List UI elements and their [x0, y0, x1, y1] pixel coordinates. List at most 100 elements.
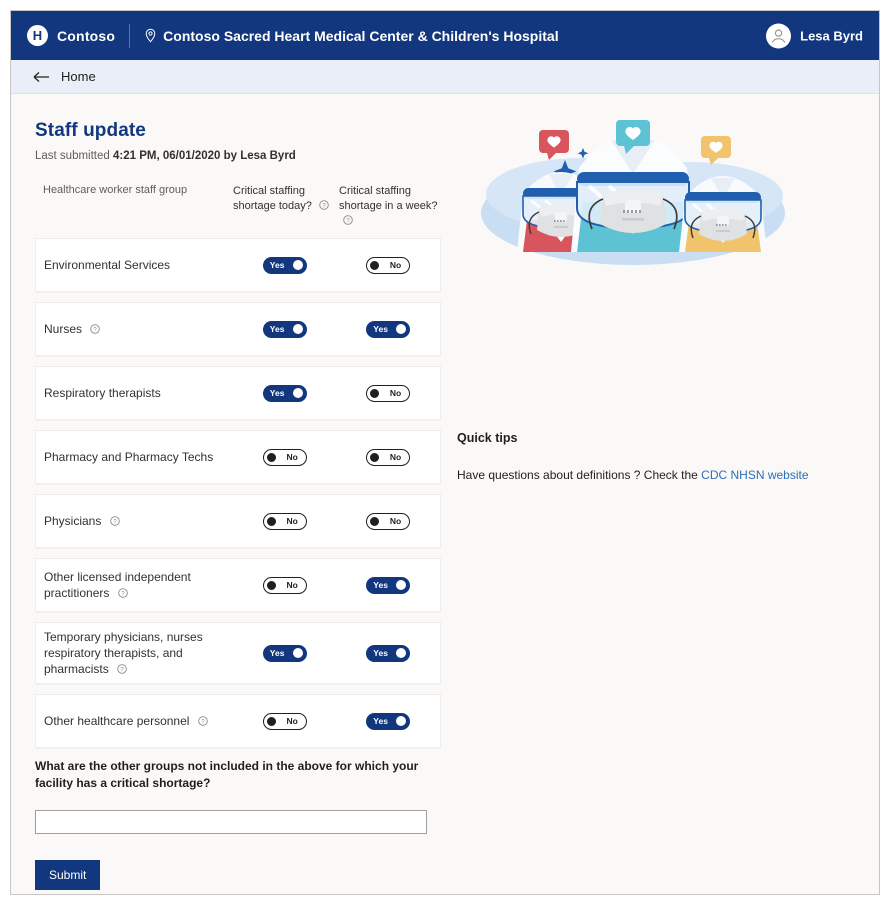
staff-group-label: Nurses ? [36, 315, 233, 343]
toggle-shortage-week[interactable]: Yes [366, 644, 411, 662]
toggle-knob [370, 260, 380, 270]
app-window: H Contoso Contoso Sacred Heart Medical C… [10, 10, 880, 895]
toggle-shortage-today[interactable]: Yes [262, 320, 307, 338]
cell-shortage-week: No [337, 512, 440, 530]
toggle-knob [266, 516, 276, 526]
help-circle-icon[interactable]: ? [117, 664, 127, 674]
cell-shortage-week: Yes [337, 320, 440, 338]
staff-group-label: Physicians ? [36, 507, 233, 535]
toggle-knob [396, 324, 407, 334]
table-row: Other licensed independent practitioners… [35, 558, 441, 612]
cell-shortage-week: No [337, 384, 440, 402]
toggle-shortage-week[interactable]: No [366, 512, 411, 530]
brand-name: Contoso [57, 27, 116, 44]
toggle-knob [396, 580, 407, 590]
toggle-label: Yes [269, 324, 285, 334]
brand-area[interactable]: H Contoso [27, 25, 115, 46]
column-header-shortage-today-label: Critical staffing shortage today? [233, 185, 312, 212]
help-circle-icon[interactable]: ? [109, 516, 120, 526]
table-row: Physicians ? No No [35, 494, 441, 548]
arrow-left-icon [33, 71, 51, 83]
submit-button[interactable]: Submit [35, 860, 101, 890]
toggle-shortage-today[interactable]: No [262, 712, 307, 730]
toggle-shortage-week[interactable]: Yes [366, 576, 411, 594]
toggle-label: No [286, 452, 298, 462]
toggle-shortage-week[interactable]: No [366, 384, 411, 402]
contoso-logo-icon: H [27, 25, 48, 46]
toggle-shortage-today[interactable]: Yes [262, 384, 307, 402]
cell-shortage-week: Yes [337, 644, 440, 662]
toggle-knob [396, 716, 407, 726]
toggle-shortage-today[interactable]: No [262, 512, 307, 530]
toggle-label: Yes [269, 388, 285, 398]
toggle-shortage-today[interactable]: No [262, 576, 307, 594]
table-row: Temporary physicians, nurses respiratory… [35, 622, 441, 684]
toggle-label: No [286, 580, 298, 590]
toggle-label: No [389, 516, 402, 526]
help-circle-icon[interactable]: ? [343, 215, 353, 225]
toggle-knob [266, 580, 276, 590]
help-circle-icon[interactable]: ? [117, 588, 128, 598]
facility-area: Contoso Sacred Heart Medical Center & Ch… [144, 27, 559, 44]
quick-tips-title: Quick tips [457, 431, 518, 445]
cell-shortage-today: Yes [233, 320, 336, 338]
toggle-knob [266, 716, 276, 726]
toggle-knob [292, 648, 303, 658]
toggle-label: Yes [269, 260, 285, 270]
toggle-shortage-week[interactable]: No [366, 448, 411, 466]
toggle-knob [292, 260, 303, 270]
cell-shortage-today: No [233, 448, 336, 466]
toggle-shortage-week[interactable]: Yes [366, 320, 411, 338]
last-submitted-label: Last submitted [35, 150, 110, 162]
toggle-label: No [389, 452, 402, 462]
toggle-shortage-today[interactable]: Yes [262, 644, 307, 662]
toggle-label: Yes [373, 580, 388, 590]
staff-group-label: Other licensed independent practitioners… [44, 570, 191, 600]
table-row: Pharmacy and Pharmacy Techs No No [35, 430, 441, 484]
toggle-knob [370, 452, 380, 462]
toggle-label: No [389, 388, 402, 398]
page-content: Staff update Last submitted 4:21 PM, 06/… [11, 94, 879, 893]
cell-shortage-week: No [337, 256, 440, 274]
facility-name: Contoso Sacred Heart Medical Center & Ch… [163, 27, 559, 44]
table-row: Other healthcare personnel ? No Yes [35, 694, 441, 748]
help-circle-icon[interactable]: ? [90, 324, 101, 334]
table-row: Nurses ? Yes Yes [35, 302, 441, 356]
toggle-label: No [389, 260, 402, 270]
toggle-label: Yes [269, 648, 285, 658]
form-column: Staff update Last submitted 4:21 PM, 06/… [11, 94, 451, 893]
location-pin-icon [144, 28, 157, 43]
cell-shortage-today: No [233, 712, 336, 730]
user-avatar-icon [766, 23, 792, 48]
cell-shortage-today: Yes [233, 256, 336, 274]
toggle-shortage-today[interactable]: No [262, 448, 307, 466]
toggle-label: Yes [373, 716, 388, 726]
toggle-label: Yes [373, 324, 388, 334]
other-groups-input[interactable] [35, 810, 427, 834]
toggle-label: No [286, 516, 298, 526]
quick-tips-column: Quick tips Have questions about definiti… [451, 94, 879, 893]
cell-shortage-week: Yes [337, 576, 440, 594]
cell-shortage-today: No [233, 512, 336, 530]
toggle-shortage-week[interactable]: No [366, 256, 411, 274]
toggle-knob [396, 648, 407, 658]
other-groups-question: What are the other groups not included i… [35, 759, 419, 790]
user-menu[interactable]: Lesa Byrd [766, 23, 863, 48]
table-row: Environmental Services Yes No [35, 238, 441, 292]
home-label: Home [61, 69, 96, 84]
quick-tips-text: Have questions about definitions ? Check… [457, 468, 809, 482]
help-circle-icon[interactable]: ? [319, 200, 329, 210]
toggle-shortage-today[interactable]: Yes [262, 256, 307, 274]
toggle-knob [370, 388, 380, 398]
home-back-link[interactable]: Home [33, 69, 96, 84]
table-header-row: Healthcare worker staff group Critical s… [35, 184, 451, 237]
toggle-knob [292, 324, 303, 334]
help-circle-icon[interactable]: ? [198, 716, 208, 726]
last-submitted-text: Last submitted 4:21 PM, 06/01/2020 by Le… [35, 150, 451, 162]
cdc-nhsn-link[interactable]: CDC NHSN website [701, 468, 808, 482]
staff-group-label: Other healthcare personnel ? [36, 707, 233, 735]
toggle-shortage-week[interactable]: Yes [366, 712, 411, 730]
user-name: Lesa Byrd [800, 28, 863, 43]
staff-group-label: Environmental Services [44, 258, 171, 272]
table-row: Respiratory therapists Yes No [35, 366, 441, 420]
